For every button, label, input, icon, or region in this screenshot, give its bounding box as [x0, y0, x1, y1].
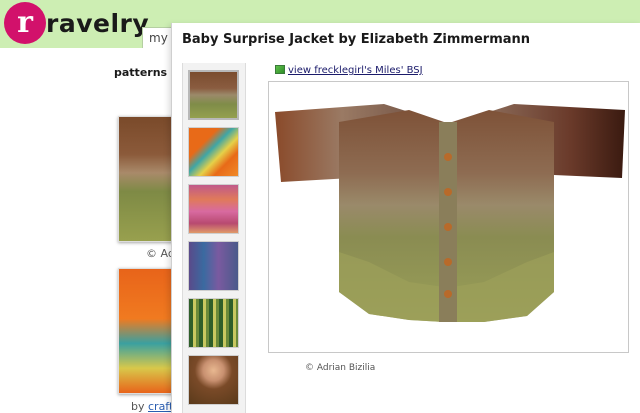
byline-prefix: by [131, 400, 145, 413]
thumbnail-strip[interactable] [182, 63, 246, 413]
photo-viewer-modal: Baby Surprise Jacket by Elizabeth Zimmer… [171, 23, 640, 413]
result-photo-credit: © Adr [146, 247, 172, 260]
view-project-link[interactable]: view frecklegirl's Miles' BSJ [275, 64, 423, 77]
thumbnail[interactable] [188, 355, 239, 405]
photo-credit: © Adrian Bizilia [305, 363, 376, 373]
thumbnail[interactable] [188, 241, 239, 291]
thumbnail[interactable] [188, 184, 239, 234]
thumbnail[interactable] [188, 70, 239, 120]
thumbnail[interactable] [188, 298, 239, 348]
logo-text: ravelry [46, 9, 150, 38]
logo-initial: r [17, 5, 33, 40]
breadcrumb-patterns[interactable]: patterns [114, 66, 167, 79]
thumbnail[interactable] [188, 127, 239, 177]
sweater-photo-illustration [269, 82, 628, 352]
picture-icon [275, 65, 285, 74]
view-project-link-label[interactable]: view frecklegirl's Miles' BSJ [288, 65, 423, 76]
modal-title: Baby Surprise Jacket by Elizabeth Zimmer… [182, 32, 531, 47]
main-photo [268, 81, 629, 353]
